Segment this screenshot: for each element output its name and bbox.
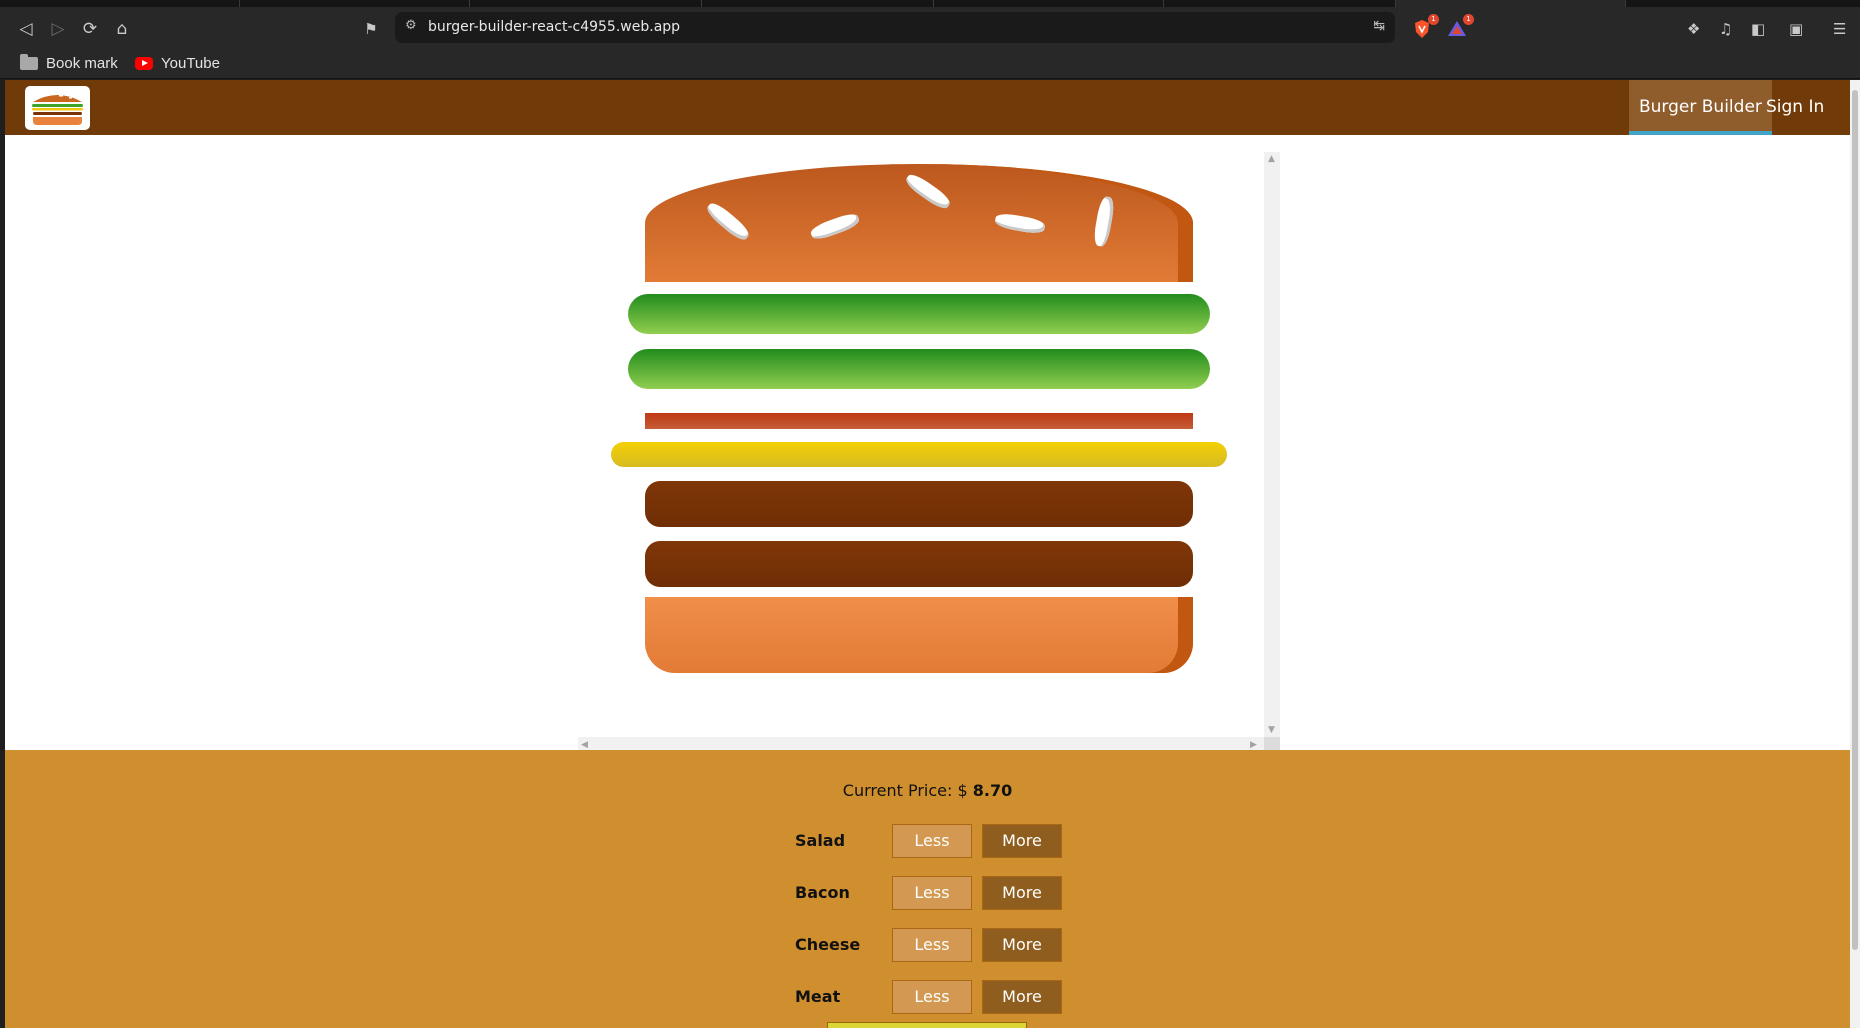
ingredient-bacon bbox=[645, 413, 1193, 429]
control-label: Cheese bbox=[795, 935, 861, 954]
current-price: Current Price: $ 8.70 bbox=[5, 781, 1850, 800]
menu-icon[interactable]: ☰ bbox=[1833, 19, 1846, 39]
control-label: Salad bbox=[795, 831, 846, 850]
ingredient-meat bbox=[645, 541, 1193, 587]
more-button[interactable]: More bbox=[982, 980, 1062, 1014]
seed bbox=[808, 210, 862, 243]
build-control-salad: Salad Less More bbox=[795, 824, 1085, 858]
extension-badge: 1 bbox=[1463, 14, 1474, 25]
build-control-meat: Meat Less More bbox=[795, 980, 1085, 1014]
order-now-button[interactable] bbox=[827, 1022, 1027, 1028]
control-label: Bacon bbox=[795, 883, 850, 902]
bookmarks-bar: Book mark YouTube bbox=[0, 47, 1860, 79]
more-button[interactable]: More bbox=[982, 876, 1062, 910]
ingredient-meat bbox=[645, 481, 1193, 527]
media-icon[interactable]: ♫ bbox=[1719, 19, 1732, 39]
bookmark-label: YouTube bbox=[161, 54, 220, 72]
ingredient-cheese bbox=[611, 442, 1227, 467]
tab[interactable] bbox=[470, 0, 702, 7]
page-scrollbar[interactable] bbox=[1850, 80, 1860, 1028]
sidebar-icon[interactable]: ◧ bbox=[1751, 19, 1765, 39]
scroll-right-icon[interactable]: ▶ bbox=[1250, 740, 1257, 750]
home-icon[interactable]: ⌂ bbox=[111, 18, 133, 40]
tab[interactable] bbox=[702, 0, 934, 7]
build-controls: Current Price: $ 8.70 Salad Less More Ba… bbox=[5, 750, 1850, 1028]
url-text[interactable]: burger-builder-react-c4955.web.app bbox=[428, 19, 680, 35]
control-label: Meat bbox=[795, 987, 841, 1006]
scroll-down-icon[interactable]: ▼ bbox=[1268, 725, 1275, 735]
seed bbox=[1092, 195, 1116, 248]
ingredient-salad bbox=[628, 294, 1210, 334]
ingredient-salad bbox=[628, 349, 1210, 389]
page-scrollbar-thumb[interactable] bbox=[1852, 90, 1858, 950]
tab-active[interactable] bbox=[1396, 0, 1626, 7]
build-control-cheese: Cheese Less More bbox=[795, 928, 1085, 962]
bookmark-label: Book mark bbox=[46, 54, 118, 72]
nav-sign-in[interactable]: Sign In bbox=[1756, 80, 1834, 135]
brave-rewards-icon[interactable]: 1 bbox=[1447, 14, 1474, 39]
burger-vertical-scrollbar[interactable]: ▲ ▼ bbox=[1264, 152, 1280, 737]
more-button[interactable]: More bbox=[982, 928, 1062, 962]
extension-badge: 1 bbox=[1428, 14, 1439, 25]
browser-toolbar: ◁ ▷ ⟳ ⌂ ⚑ ⚙ burger-builder-react-c4955.w… bbox=[0, 7, 1860, 47]
bread-bottom bbox=[645, 597, 1193, 673]
price-value: 8.70 bbox=[972, 781, 1013, 800]
youtube-icon bbox=[135, 56, 153, 70]
extensions-icon[interactable]: ❖ bbox=[1687, 19, 1700, 39]
bread-top bbox=[645, 164, 1193, 282]
forward-icon[interactable]: ▷ bbox=[47, 18, 69, 40]
bookmark-folder[interactable]: Book mark bbox=[20, 53, 118, 73]
share-icon[interactable]: ↹ bbox=[1373, 18, 1385, 34]
scroll-left-icon[interactable]: ◀ bbox=[581, 740, 588, 750]
back-icon[interactable]: ◁ bbox=[15, 18, 37, 40]
reload-icon[interactable]: ⟳ bbox=[79, 18, 101, 40]
tab[interactable] bbox=[934, 0, 1164, 7]
seed bbox=[994, 211, 1046, 236]
burger-logo-icon bbox=[32, 94, 83, 125]
less-button[interactable]: Less bbox=[892, 980, 972, 1014]
wallet-icon[interactable]: ▣ bbox=[1789, 19, 1803, 39]
bookmark-icon[interactable]: ⚑ bbox=[360, 18, 382, 40]
page-viewport: Burger Builder Sign In ▲ ▼ ◀ ▶ Current P… bbox=[5, 80, 1850, 1028]
seed bbox=[704, 199, 752, 244]
brave-shield-icon[interactable]: 1 bbox=[1412, 14, 1439, 39]
price-label: Current Price: $ bbox=[842, 781, 973, 800]
tab[interactable] bbox=[1164, 0, 1396, 7]
bookmark-youtube[interactable]: YouTube bbox=[135, 53, 220, 73]
less-button[interactable]: Less bbox=[892, 928, 972, 962]
address-bar[interactable]: ⚙ burger-builder-react-c4955.web.app ↹ bbox=[395, 12, 1395, 43]
burger-preview: ▲ ▼ ◀ ▶ bbox=[578, 152, 1280, 752]
scroll-up-icon[interactable]: ▲ bbox=[1268, 154, 1275, 164]
tab-strip bbox=[0, 0, 1860, 7]
tab[interactable] bbox=[0, 0, 240, 7]
tab[interactable] bbox=[240, 0, 470, 7]
less-button[interactable]: Less bbox=[892, 876, 972, 910]
folder-icon bbox=[20, 53, 38, 70]
build-control-bacon: Bacon Less More bbox=[795, 876, 1085, 910]
site-info-icon[interactable]: ⚙ bbox=[405, 18, 417, 33]
app-toolbar: Burger Builder Sign In bbox=[5, 80, 1850, 135]
more-button[interactable]: More bbox=[982, 824, 1062, 858]
burger-logo[interactable] bbox=[25, 86, 90, 130]
seed bbox=[903, 171, 953, 212]
less-button[interactable]: Less bbox=[892, 824, 972, 858]
nav-burger-builder[interactable]: Burger Builder bbox=[1629, 80, 1772, 135]
